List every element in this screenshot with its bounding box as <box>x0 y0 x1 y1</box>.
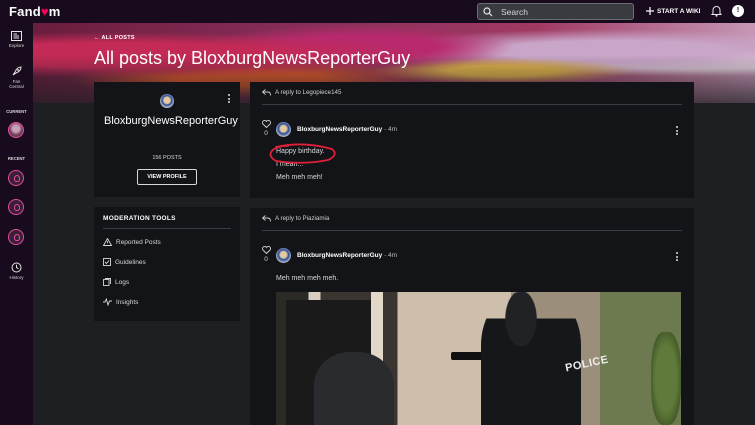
reply-context[interactable]: A reply to Piaziamia <box>262 215 329 222</box>
reply-arrow-icon <box>262 89 271 96</box>
sidebar-item-explore[interactable]: Explore <box>0 31 33 48</box>
moderation-tools-card: MODERATION TOOLS Reported Posts Guidelin… <box>94 207 240 321</box>
like-control[interactable]: 0 <box>260 120 272 137</box>
like-count: 0 <box>264 256 268 263</box>
plus-icon <box>646 7 654 15</box>
profile-card: BloxburgNewsReporterGuy 156 POSTS VIEW P… <box>94 82 240 197</box>
sidebar-label-central: Central <box>9 84 24 89</box>
sidebar-item-history[interactable]: History <box>0 262 33 280</box>
like-count: 0 <box>264 130 268 137</box>
view-profile-button[interactable]: VIEW PROFILE <box>137 169 197 185</box>
reply-arrow-icon <box>262 215 271 222</box>
logs-icon <box>103 278 111 286</box>
search-bar[interactable]: Search <box>477 3 634 20</box>
search-placeholder: Search <box>501 6 528 17</box>
logo-heart-icon: ♥ <box>40 4 49 19</box>
divider <box>103 228 231 229</box>
mod-item-label: Logs <box>115 278 130 286</box>
divider <box>262 230 682 231</box>
user-avatar[interactable]: ! <box>732 5 744 17</box>
author-avatar[interactable] <box>276 122 291 137</box>
sidebar-heading-current: CURRENT <box>6 109 27 114</box>
left-sidebar: Explore Fan Central CURRENT RECENT Histo… <box>0 23 33 425</box>
divider <box>262 104 682 105</box>
mod-item-insights[interactable]: Insights <box>103 298 138 306</box>
like-control[interactable]: 0 <box>260 246 272 263</box>
explore-icon <box>11 31 22 41</box>
fandom-logo[interactable]: Fand♥m <box>9 4 61 19</box>
post-timestamp: 4m <box>388 126 398 133</box>
heart-icon <box>261 246 271 255</box>
search-icon <box>483 6 493 16</box>
profile-more-options-icon[interactable] <box>228 94 231 105</box>
recent-wiki-3[interactable] <box>8 229 24 245</box>
checklist-icon <box>103 258 111 266</box>
insights-pulse-icon <box>103 298 112 306</box>
mod-item-label: Insights <box>116 298 139 306</box>
sidebar-item-fan-central[interactable]: Fan Central <box>0 66 33 89</box>
bell-icon[interactable] <box>711 5 722 17</box>
start-a-wiki-label: START A WIKI <box>657 7 701 15</box>
recent-wiki-1[interactable] <box>8 170 24 186</box>
moderation-tools-title: MODERATION TOOLS <box>103 215 176 222</box>
profile-avatar <box>160 94 174 108</box>
post-more-options-icon[interactable] <box>676 252 679 263</box>
reply-to-label: A reply to Legopiece145 <box>275 89 342 96</box>
image-figure <box>481 292 581 425</box>
author-name[interactable]: BloxburgNewsReporterGuy <box>297 252 382 259</box>
start-a-wiki-button[interactable]: START A WIKI <box>646 7 700 15</box>
top-bar: Fand♥m Search START A WIKI ! <box>0 0 755 23</box>
mod-item-label: Reported Posts <box>116 238 161 246</box>
mod-item-guidelines[interactable]: Guidelines <box>103 258 146 266</box>
logo-text-start: Fand <box>9 4 41 19</box>
reply-to-label: A reply to Piaziamia <box>275 215 330 222</box>
logo-text-end: m <box>48 4 61 19</box>
post-card: A reply to Legopiece145 0 BloxburgNewsRe… <box>250 82 694 198</box>
heart-icon <box>261 120 271 129</box>
all-posts-back-link[interactable]: ← ALL POSTS <box>94 35 135 41</box>
reply-context[interactable]: A reply to Legopiece145 <box>262 89 341 96</box>
post-more-options-icon[interactable] <box>676 126 679 137</box>
post-card: A reply to Piaziamia 0 BloxburgNewsRepor… <box>250 208 694 425</box>
image-tree <box>651 332 681 425</box>
rocket-icon <box>12 66 22 76</box>
mod-item-reported-posts[interactable]: Reported Posts <box>103 238 161 246</box>
sidebar-label-history: History <box>9 275 24 280</box>
author-name[interactable]: BloxburgNewsReporterGuy <box>297 126 382 133</box>
image-figure <box>314 352 394 425</box>
post-timestamp: 4m <box>388 252 398 259</box>
mod-item-label: Guidelines <box>115 258 146 266</box>
profile-post-count: 156 POSTS <box>152 155 182 161</box>
post-body-line: Meh meh meh meh. <box>276 275 339 282</box>
warning-triangle-icon <box>103 238 112 246</box>
post-author-line: BloxburgNewsReporterGuy · 4m <box>297 252 398 259</box>
sidebar-label-explore: Explore <box>8 43 25 48</box>
post-image[interactable]: POLICE <box>276 292 681 425</box>
red-circle-annotation <box>269 143 336 164</box>
recent-wiki-2[interactable] <box>8 199 24 215</box>
all-posts-label: ALL POSTS <box>101 35 135 41</box>
profile-username: BloxburgNewsReporterGuy <box>104 115 238 127</box>
mod-item-logs[interactable]: Logs <box>103 278 129 286</box>
page-title: All posts by BloxburgNewsReporterGuy <box>94 48 411 68</box>
history-clock-icon <box>11 262 22 273</box>
author-avatar[interactable] <box>276 248 291 263</box>
sidebar-heading-recent: RECENT <box>7 156 26 161</box>
current-wiki-avatar[interactable] <box>8 122 24 138</box>
post-body-line: Meh meh meh! <box>276 174 323 181</box>
post-author-line: BloxburgNewsReporterGuy · 4m <box>297 126 398 133</box>
